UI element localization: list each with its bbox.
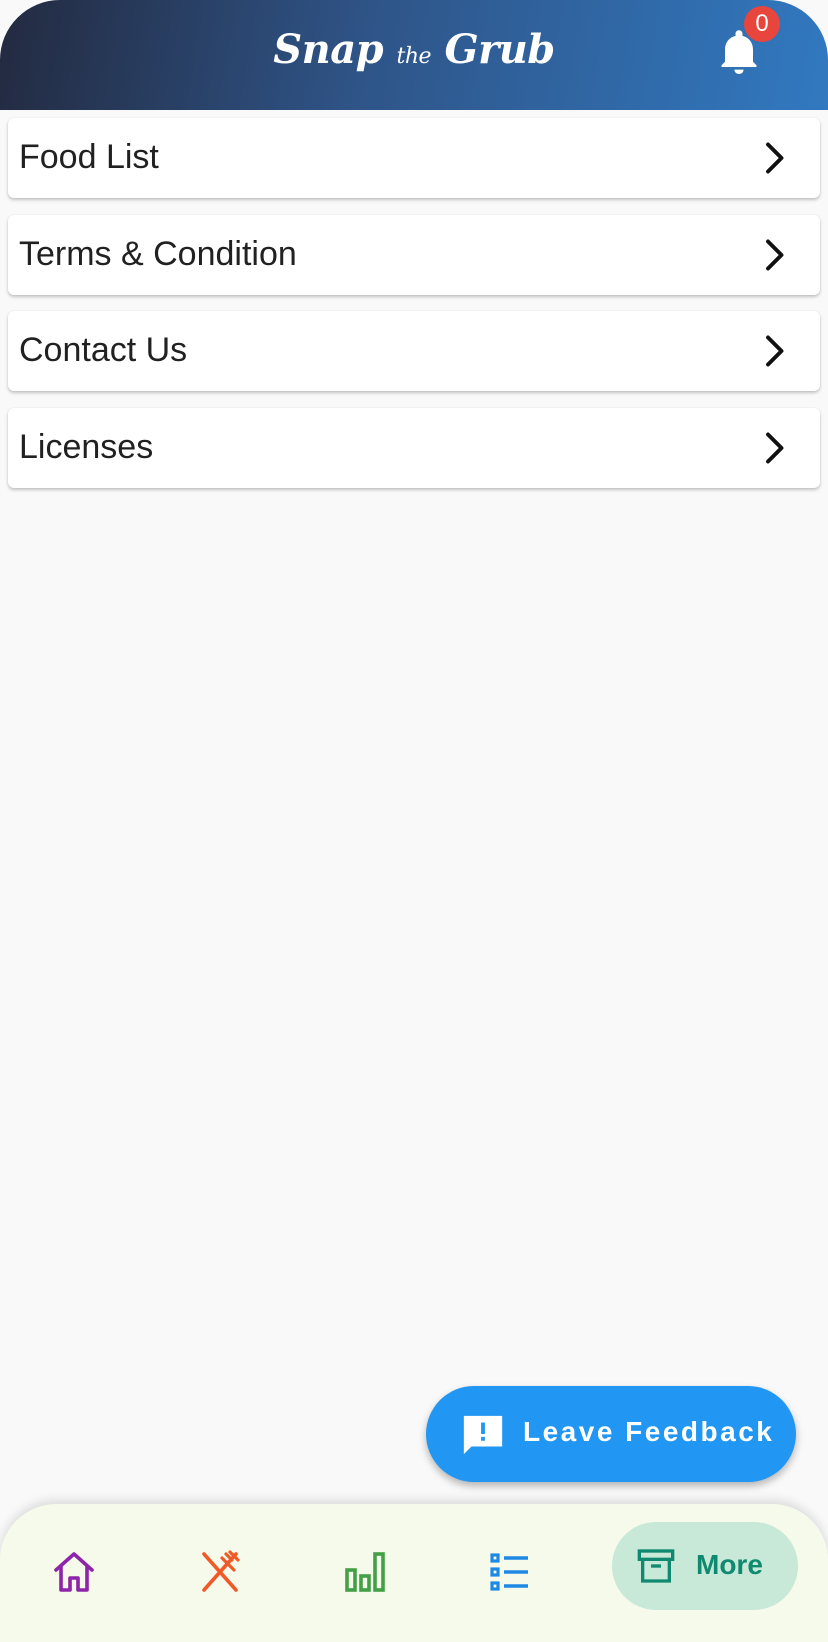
archive-icon	[637, 1549, 675, 1583]
menu-item-contact-us[interactable]: Contact Us	[8, 311, 820, 391]
menu-item-food-list[interactable]: Food List	[8, 118, 820, 198]
chevron-right-icon	[766, 432, 784, 464]
app-title-small: the	[396, 44, 432, 69]
leave-feedback-label: Leave Feedback	[523, 1416, 775, 1447]
app-title-part2: Grub	[444, 26, 555, 73]
app-title: Snap the Grub	[0, 26, 828, 73]
menu-item-terms[interactable]: Terms & Condition	[8, 215, 820, 295]
menu-item-label: Contact Us	[19, 331, 188, 369]
bottom-navigation: More	[0, 1504, 828, 1642]
bar-chart-icon[interactable]	[341, 1548, 389, 1596]
app-title-part1: Snap	[273, 26, 384, 73]
menu-item-licenses[interactable]: Licenses	[8, 408, 820, 488]
menu-item-label: Licenses	[19, 428, 154, 466]
notification-badge: 0	[744, 6, 780, 42]
menu-item-label: Terms & Condition	[19, 235, 297, 273]
home-icon[interactable]	[50, 1548, 98, 1596]
utensils-icon[interactable]	[196, 1548, 244, 1596]
app-header: Snap the Grub 0	[0, 0, 828, 110]
chevron-right-icon	[766, 142, 784, 174]
feedback-icon	[463, 1415, 503, 1455]
nav-more-button[interactable]: More	[612, 1522, 798, 1610]
chevron-right-icon	[766, 335, 784, 367]
list-icon[interactable]	[486, 1548, 534, 1596]
chevron-right-icon	[766, 239, 784, 271]
leave-feedback-button[interactable]: Leave Feedback	[426, 1386, 796, 1482]
menu-item-label: Food List	[19, 138, 159, 176]
nav-more-label: More	[696, 1549, 763, 1580]
